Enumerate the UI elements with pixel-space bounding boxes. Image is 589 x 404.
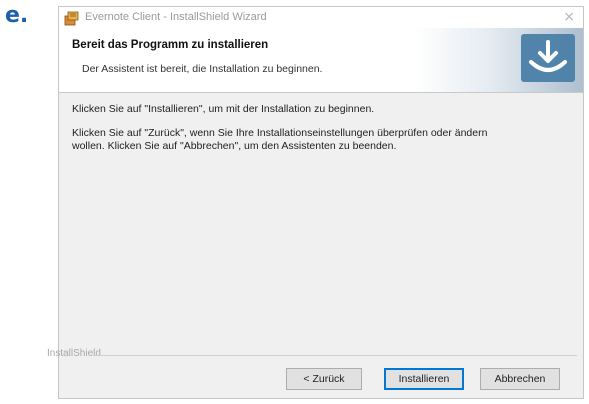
footer-divider bbox=[93, 355, 577, 356]
installshield-brand: InstallShield bbox=[47, 348, 101, 359]
page-subtitle: Der Assistent ist bereit, die Installati… bbox=[82, 63, 323, 75]
window-title: Evernote Client - InstallShield Wizard bbox=[85, 11, 267, 23]
page-title: Bereit das Programm zu installieren bbox=[72, 39, 269, 51]
close-button[interactable]: × bbox=[563, 9, 575, 25]
instruction-text-back-line2: wollen. Klicken Sie auf "Abbrechen", um … bbox=[72, 140, 397, 152]
installer-window: Evernote Client - InstallShield Wizard ×… bbox=[47, 6, 584, 399]
installer-logo-icon bbox=[521, 34, 575, 82]
header-banner: Bereit das Programm zu installieren Der … bbox=[59, 28, 583, 93]
instruction-text-back-line1: Klicken Sie auf "Zurück", wenn Sie Ihre … bbox=[72, 127, 488, 139]
install-button[interactable]: Installieren bbox=[384, 368, 464, 390]
back-button[interactable]: < Zurück bbox=[286, 368, 362, 390]
step-label: e. bbox=[5, 3, 29, 28]
app-icon bbox=[64, 11, 79, 26]
cancel-button[interactable]: Abbrechen bbox=[480, 368, 560, 390]
title-bar[interactable]: Evernote Client - InstallShield Wizard × bbox=[59, 7, 583, 28]
instruction-text-install: Klicken Sie auf "Installieren", um mit d… bbox=[72, 103, 375, 115]
